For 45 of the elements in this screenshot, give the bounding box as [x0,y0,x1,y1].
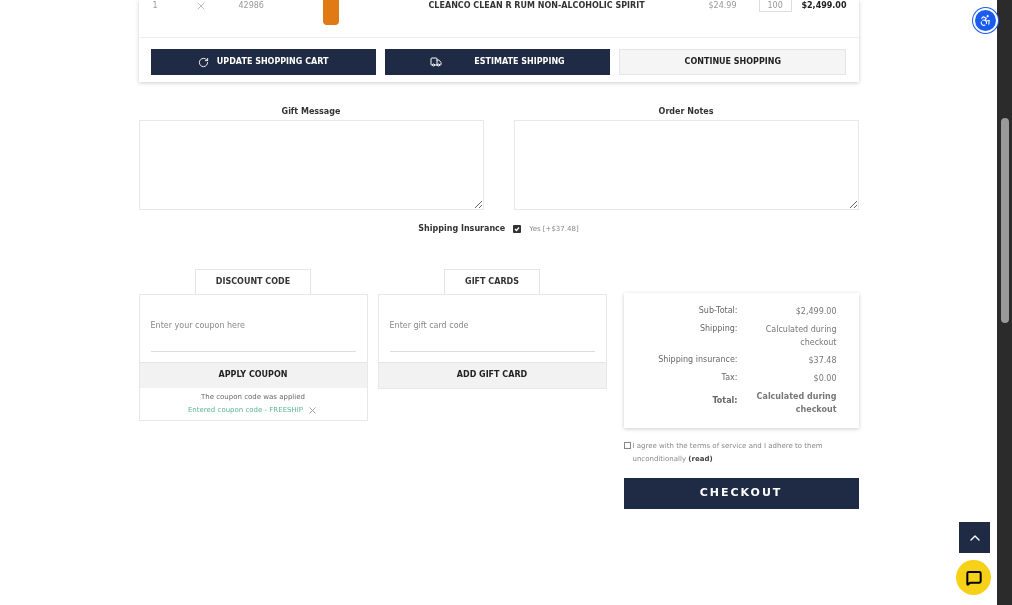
summary-label: Sub-Total: [697,305,738,317]
code-input[interactable]: Enter your coupon here [150,320,356,332]
accessibility-icon [979,14,992,27]
scrollbar-thumb[interactable] [1000,118,1009,323]
checkout-button[interactable]: CHECKOUT [623,478,859,509]
summary-label: Shipping insurance: [657,354,738,366]
summary-label: Total: [711,395,738,407]
sku-text: 42986 [238,0,265,12]
product-name: CLEANCO CLEAN R RUM NON-ALCOHOLIC SPIRIT [428,0,646,12]
cart-action-button[interactable]: CONTINUE SHOPPING [619,49,847,75]
field-label: Shipping Insurance [418,223,506,235]
terms-checkbox[interactable] [623,442,631,449]
chat-button[interactable] [956,560,991,595]
cart-action-button[interactable]: ESTIMATE SHIPPING [384,49,611,75]
line-number: 1 [151,0,159,12]
code-field[interactable]: Enter gift card code [389,311,595,352]
accessibility-button[interactable] [973,8,998,33]
section-tab[interactable]: GIFT CARDS [444,269,540,294]
cart-action-button[interactable]: UPDATE SHOPPING CART [150,49,376,75]
message-field[interactable] [138,120,484,210]
summary-value: $37.48 [807,355,837,367]
summary-value: Calculated during checkout [764,324,837,349]
bottle-photo-placeholder [322,0,339,25]
close-icon[interactable] [307,405,319,416]
price-text: $24.99 [708,0,738,12]
summary-label: Shipping: [698,323,738,335]
message-field[interactable] [513,120,859,210]
code-submit-button[interactable]: ADD GIFT CARD [378,361,606,388]
back-to-top-button[interactable] [959,522,990,553]
insurance-checkbox[interactable] [513,225,522,233]
summary-value: $0.00 [812,373,837,385]
field-label: Order Notes [658,106,714,118]
summary-label: Tax: [720,372,738,384]
line-total: $2,499.00 [801,0,848,12]
truck-icon [430,56,443,68]
code-input[interactable]: Enter gift card code [389,320,595,332]
field-label: Gift Message [281,106,341,118]
code-field[interactable]: Enter your coupon here [150,311,356,352]
section-tab[interactable]: DISCOUNT CODE [194,269,312,294]
refresh-icon [197,56,209,68]
code-submit-button[interactable]: APPLY COUPON [139,361,367,388]
chat-icon [965,569,982,586]
check-icon [514,226,521,232]
summary-value: $2,499.00 [794,306,837,318]
summary-value: Calculated during checkout [755,391,837,416]
